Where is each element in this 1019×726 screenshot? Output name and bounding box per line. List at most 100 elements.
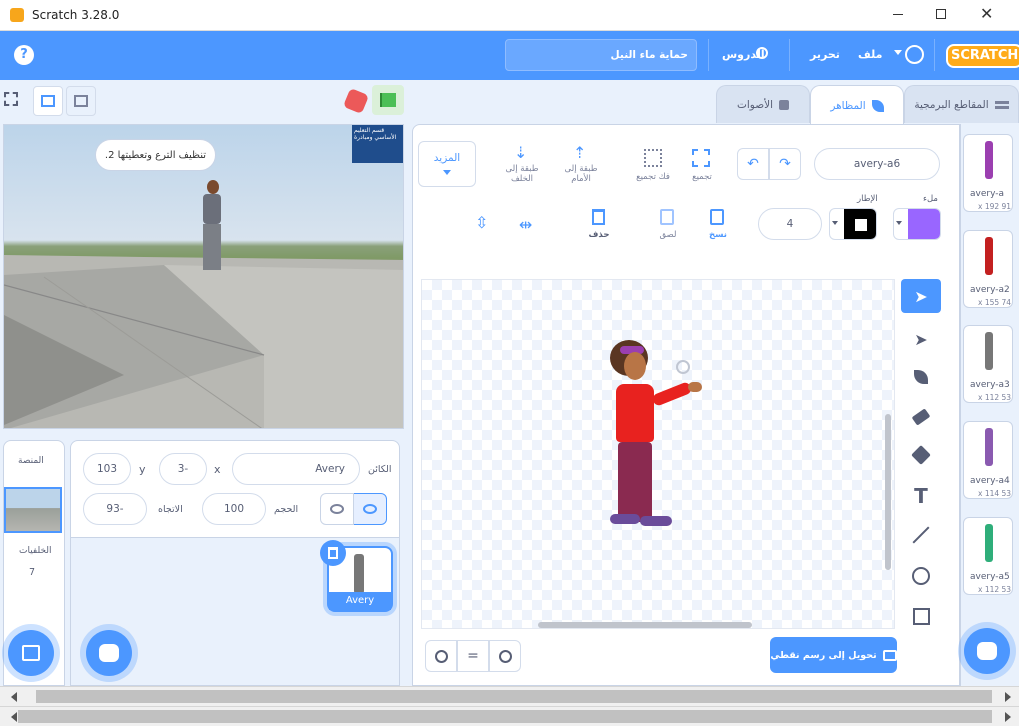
- menu-edit[interactable]: تحرير: [810, 48, 840, 61]
- direction-input[interactable]: 93-: [83, 493, 147, 525]
- scroll-right-icon[interactable]: [1005, 712, 1016, 722]
- bucket-icon: [911, 445, 931, 465]
- paste-button[interactable]: لصق: [653, 207, 683, 247]
- trash-icon: [328, 547, 338, 559]
- scroll-thumb[interactable]: [36, 690, 992, 703]
- hide-sprite-button[interactable]: [320, 493, 354, 525]
- redo-icon: ↷: [779, 156, 791, 172]
- show-sprite-button[interactable]: [353, 493, 387, 525]
- stop-icon[interactable]: [342, 87, 370, 115]
- copy-button[interactable]: نسخ: [703, 207, 733, 247]
- paste-icon: [660, 209, 674, 225]
- backdrops-count: 7: [29, 567, 36, 578]
- delete-sprite-button[interactable]: [320, 540, 346, 566]
- circle-tool[interactable]: [901, 559, 941, 593]
- image-icon: [882, 649, 897, 661]
- stage-panel-title: المنصة: [18, 456, 44, 466]
- minimize-icon[interactable]: [893, 14, 903, 15]
- maximize-icon[interactable]: [936, 9, 946, 19]
- tab-code[interactable]: المقاطع البرمجية: [904, 85, 1019, 123]
- title-bar: Scratch 3.28.0 ✕: [0, 0, 1019, 31]
- fullscreen-icon[interactable]: [4, 92, 18, 106]
- fill-tool[interactable]: [901, 438, 941, 472]
- size-label: الحجم: [274, 504, 299, 515]
- choose-backdrop-button[interactable]: [8, 630, 54, 676]
- project-title-input[interactable]: حماية ماء النيل: [505, 39, 697, 71]
- chevron-down-icon: [896, 221, 902, 228]
- choose-costume-button[interactable]: [964, 628, 1010, 674]
- costume-name-input[interactable]: avery-a6: [814, 148, 940, 180]
- horizontal-scrollbar[interactable]: [0, 686, 1019, 706]
- paint-canvas[interactable]: [421, 279, 895, 629]
- tab-sounds[interactable]: الأصوات: [716, 85, 810, 123]
- eye-slash-icon: [330, 504, 344, 514]
- stage-sprite-avery[interactable]: [194, 180, 230, 275]
- text-tool[interactable]: T: [901, 479, 941, 513]
- x-input[interactable]: 3-: [159, 453, 207, 485]
- select-tool[interactable]: ➤: [901, 279, 941, 313]
- undo-button[interactable]: ↶: [737, 148, 769, 180]
- outline-width-input[interactable]: 4: [758, 208, 822, 240]
- y-input[interactable]: 103: [83, 453, 131, 485]
- speech-bubble: .تنظيف الترع وتعطيتها 2: [95, 139, 216, 171]
- lightbulb-icon: [756, 47, 768, 59]
- flip-horizontal-icon[interactable]: ⇹: [519, 215, 532, 234]
- forward-button[interactable]: ⇡ طبقة إلى الأمام: [559, 143, 603, 189]
- ungroup-button[interactable]: فك تجميع: [631, 147, 675, 183]
- tab-costumes[interactable]: المظاهر: [810, 85, 904, 125]
- scroll-thumb[interactable]: [18, 710, 992, 723]
- eraser-tool[interactable]: [901, 400, 941, 434]
- y-label: y: [139, 463, 146, 476]
- close-icon[interactable]: ✕: [980, 4, 993, 23]
- backward-button[interactable]: ⇣ طبقة إلى الخلف: [500, 143, 544, 189]
- menu-file[interactable]: ملف: [858, 48, 882, 61]
- costume-tile[interactable]: avery-a2 x 155 74: [963, 230, 1013, 308]
- scratch-logo[interactable]: SCRATCH: [946, 44, 1019, 68]
- choose-sprite-button[interactable]: [86, 630, 132, 676]
- reshape-tool[interactable]: ➤: [901, 322, 941, 356]
- fill-color-picker[interactable]: [893, 208, 941, 240]
- small-stage-button[interactable]: [33, 86, 63, 116]
- help-icon[interactable]: ?: [14, 45, 34, 65]
- scroll-left-icon[interactable]: [6, 712, 17, 722]
- outline-color-picker[interactable]: [829, 208, 877, 240]
- costume-tile[interactable]: avery-a3 x 112 53: [963, 325, 1013, 403]
- line-tool[interactable]: [901, 518, 941, 552]
- menu-bar: ? حماية ماء النيل الدروس تحرير ملف SCRAT…: [0, 31, 1019, 80]
- arrow-up-icon: ⇡: [573, 143, 587, 162]
- flip-vertical-icon[interactable]: ⇳: [475, 213, 488, 232]
- stage-backdrop-thumb[interactable]: [4, 487, 62, 533]
- costume-drawing-avery[interactable]: [602, 338, 722, 578]
- stage[interactable]: .تنظيف الترع وتعطيتها 2 قسم التعليم الأس…: [3, 124, 404, 429]
- delete-button[interactable]: حذف: [584, 207, 614, 247]
- crosshair-icon: [676, 360, 690, 374]
- costume-tile[interactable]: avery-a4 x 114 53: [963, 421, 1013, 499]
- group-button[interactable]: تجميع: [685, 147, 717, 183]
- globe-icon[interactable]: [905, 45, 924, 64]
- zoom-reset-button[interactable]: =: [457, 640, 489, 672]
- sprite-label: الكائن: [368, 464, 392, 475]
- costume-tile[interactable]: avery-a x 192 91: [963, 134, 1013, 212]
- costume-tile[interactable]: avery-a5 x 112 53: [963, 517, 1013, 595]
- horizontal-scrollbar-outer[interactable]: [0, 706, 1019, 726]
- brush-tool[interactable]: [901, 360, 941, 394]
- rectangle-tool[interactable]: [901, 599, 941, 633]
- group-icon: [692, 149, 710, 167]
- redo-button[interactable]: ↷: [769, 148, 801, 180]
- large-stage-button[interactable]: [66, 86, 96, 116]
- size-input[interactable]: 100: [202, 493, 266, 525]
- green-flag-button[interactable]: [372, 85, 404, 115]
- canvas-scrollbar-horizontal[interactable]: [538, 622, 752, 628]
- sprite-name-input[interactable]: Avery: [232, 453, 360, 485]
- convert-bitmap-button[interactable]: تحويل إلى رسم نقطي: [770, 637, 897, 673]
- scroll-right-icon[interactable]: [1005, 692, 1016, 702]
- more-button[interactable]: المزيد: [418, 141, 476, 187]
- zoom-in-button[interactable]: [489, 640, 521, 672]
- reshape-icon: ➤: [914, 329, 928, 349]
- eraser-icon: [911, 408, 931, 426]
- canvas-scrollbar-vertical[interactable]: [885, 414, 891, 570]
- zoom-out-button[interactable]: [425, 640, 457, 672]
- scroll-left-icon[interactable]: [6, 692, 17, 702]
- eye-icon: [363, 504, 377, 514]
- small-stage-icon: [41, 95, 55, 107]
